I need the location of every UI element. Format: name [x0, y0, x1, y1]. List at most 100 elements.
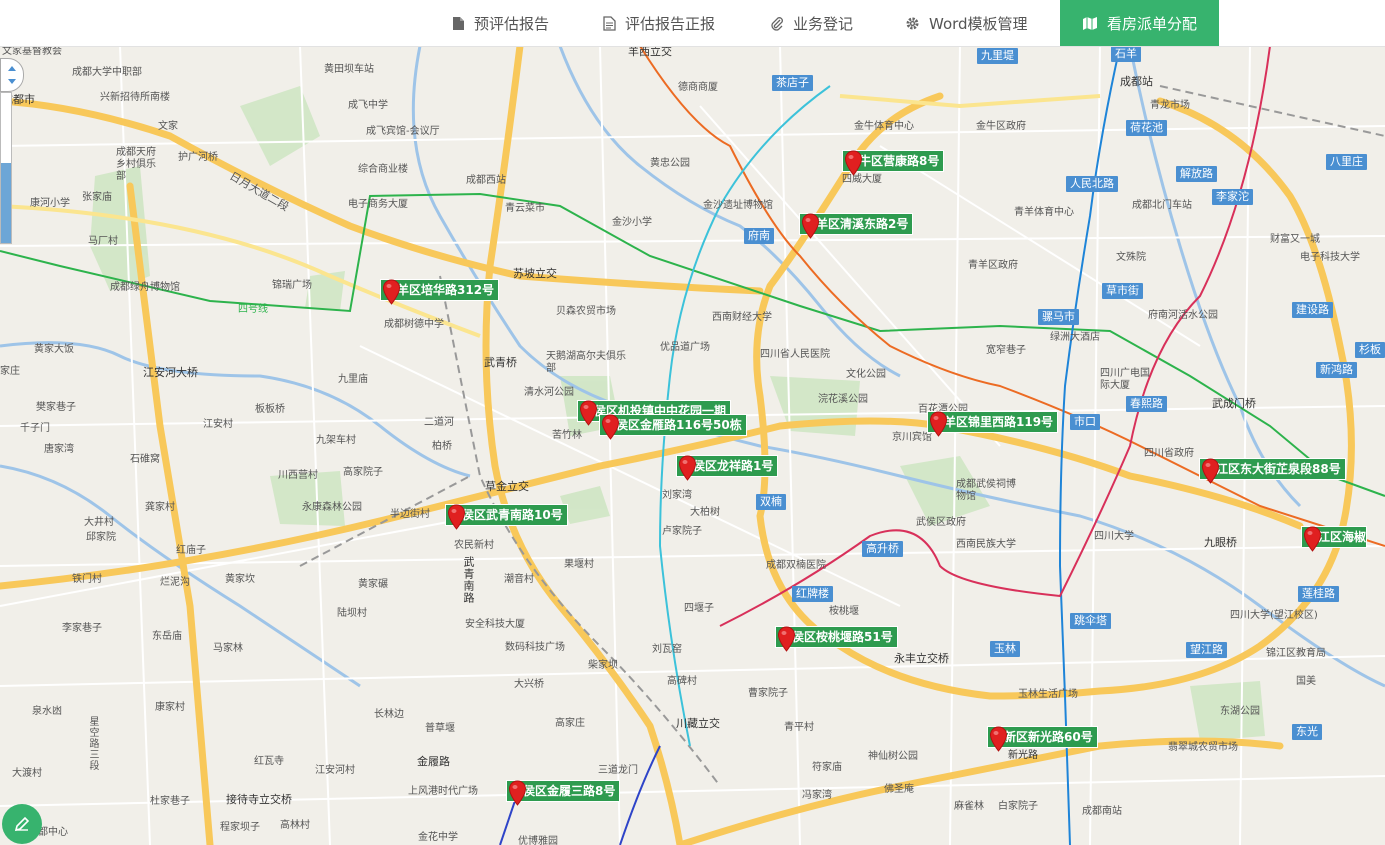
- map-place-label: 府南河活水公园: [1148, 310, 1218, 321]
- map-place-label: 高家院子: [343, 467, 383, 478]
- property-marker[interactable]: 武侯区武青南路10号: [445, 504, 568, 530]
- property-marker[interactable]: 高新区新光路60号: [987, 726, 1098, 752]
- tab-pre-assessment-report[interactable]: 预评估报告: [452, 0, 549, 46]
- tab-formal-report[interactable]: 评估报告正报: [603, 0, 715, 46]
- map-place-label: 成飞中学: [348, 100, 388, 111]
- tab-business-registration[interactable]: 业务登记: [770, 0, 853, 46]
- map-place-label: 成都西站: [466, 175, 506, 186]
- metro-station-label: 杉板: [1355, 342, 1385, 358]
- map-place-label: 青平村: [784, 722, 814, 733]
- metro-station-label: 双楠: [756, 494, 786, 510]
- tab-label: 业务登记: [793, 14, 854, 33]
- map-place-label: 成都双楠医院: [766, 560, 826, 571]
- map-place-label: 高碑村: [667, 676, 697, 687]
- property-marker[interactable]: 青羊区清溪东路2号: [799, 213, 914, 239]
- map-place-label: 西南民族大学: [956, 539, 1016, 550]
- map-place-label: 武青南路: [462, 556, 475, 604]
- map-place-label: 马家林: [213, 643, 243, 654]
- map-place-label: 翡翠城农贸市场: [1168, 742, 1238, 753]
- map-place-label: 三道龙门: [598, 765, 638, 776]
- metro-station-label: 望江路: [1186, 642, 1227, 658]
- map-pin-icon: [1303, 526, 1322, 552]
- map-place-label: 成都天府乡村俱乐部: [116, 147, 156, 182]
- map-place-label: 铁门村: [72, 574, 102, 585]
- map-place-label: 邱家院: [86, 532, 116, 543]
- metro-station-label: 九里堤: [977, 48, 1018, 64]
- metro-station-label: 春熙路: [1126, 396, 1167, 412]
- map-place-label: 九里庙: [338, 374, 368, 385]
- property-marker[interactable]: 青羊区锦里西路119号: [927, 411, 1059, 437]
- map-place-label: 上风港时代广场: [408, 786, 478, 797]
- metro-station-label: 骡马市: [1038, 309, 1079, 325]
- map-place-label: 苦竹林: [552, 430, 582, 441]
- marker-label[interactable]: 锦江区东大街芷泉段88号: [1199, 458, 1346, 480]
- map-place-label: 成都绿舟博物馆: [110, 282, 180, 293]
- map-place-label: 红瓦寺: [254, 756, 284, 767]
- map-place-label: 东岳庙: [152, 631, 182, 642]
- map-place-label: 电子科技大学: [1300, 252, 1360, 263]
- map-pin-icon: [1201, 458, 1220, 484]
- zoom-slider[interactable]: [0, 92, 12, 244]
- map-place-label: 金沙遗址博物馆: [703, 200, 773, 211]
- map-place-label: 文家: [158, 121, 178, 132]
- tab-word-template[interactable]: Word模板管理: [905, 0, 1028, 46]
- map-place-label: 成都站: [1120, 75, 1153, 88]
- map-place-label: 果堰村: [564, 559, 594, 570]
- map-place-label: 高林村: [280, 820, 310, 831]
- map-place-label: 青云菜市: [505, 203, 545, 214]
- map-place-label: 金牛区政府: [976, 121, 1026, 132]
- map-place-label: 黄田坝车站: [324, 64, 374, 75]
- map-place-label: 永丰立交桥: [894, 652, 949, 665]
- property-marker[interactable]: 武侯区桉桃堰路51号: [775, 626, 898, 652]
- property-marker[interactable]: 金牛区营康路8号: [842, 150, 945, 176]
- map-place-label: 刘家湾: [662, 490, 692, 501]
- map-place-label: 成都树德中学: [384, 319, 444, 330]
- map-place-label: 桉桃堰: [829, 606, 859, 617]
- tab-viewing-dispatch[interactable]: 看房派单分配: [1060, 0, 1220, 46]
- tab-label: 看房派单分配: [1107, 14, 1198, 33]
- map-place-label: 符家庙: [812, 762, 842, 773]
- metro-station-label: 人民北路: [1066, 176, 1118, 192]
- map-place-label: 长林边: [374, 709, 404, 720]
- tab-label: 评估报告正报: [625, 14, 716, 33]
- edit-button[interactable]: [2, 804, 42, 844]
- metro-station-label: 草市街: [1102, 283, 1143, 299]
- metro-station-label: 府南: [744, 228, 774, 244]
- metro-station-label: 荷花池: [1126, 120, 1167, 136]
- map-place-label: 武成门桥: [1212, 397, 1256, 410]
- map-pin-icon: [601, 414, 620, 440]
- map-place-label: 四川省政府: [1144, 448, 1194, 459]
- map-place-label: 陆坝村: [337, 608, 367, 619]
- map-place-label: 安全科技大厦: [465, 619, 525, 630]
- pencil-icon: [14, 816, 30, 832]
- metro-station-label: 茶店子: [772, 75, 813, 91]
- property-marker[interactable]: 锦江区东大街芷泉段88号: [1199, 458, 1346, 484]
- map-place-label: 江安河大桥: [143, 366, 198, 379]
- map-place-label: 樊家巷子: [36, 402, 76, 413]
- map-pin-icon: [447, 504, 466, 530]
- property-marker[interactable]: 武侯区金雁路116号50栋: [599, 414, 747, 440]
- map-place-label: 成都大学中职部: [72, 67, 142, 78]
- property-marker[interactable]: 青羊区培华路312号: [380, 279, 500, 305]
- property-marker[interactable]: 武侯区金履三路8号: [506, 780, 621, 806]
- map-place-label: 羊西立交: [628, 46, 672, 58]
- property-marker[interactable]: 武侯区龙祥路1号: [676, 455, 779, 481]
- file-text-icon: [603, 15, 616, 31]
- map-pin-icon: [508, 780, 527, 806]
- metro-station-label: 东光: [1292, 724, 1322, 740]
- map-place-label: 康家村: [155, 702, 185, 713]
- metro-station-label: 跳伞塔: [1070, 613, 1111, 629]
- map-place-label: 草金立交: [485, 480, 529, 493]
- property-marker[interactable]: 锦江区海椒: [1301, 526, 1367, 552]
- map-place-label: 烂泥沟: [160, 577, 190, 588]
- map-place-label: 武侯区政府: [916, 517, 966, 528]
- tab-label: Word模板管理: [929, 14, 1028, 33]
- map-place-label: 大柏树: [690, 507, 720, 518]
- marker-label[interactable]: 武侯区金雁路116号50栋: [599, 414, 747, 436]
- map-place-label: 京川宾馆: [892, 432, 932, 443]
- map-place-label: 柏桥: [432, 441, 452, 452]
- map-place-label: 玉林生活广场: [1018, 689, 1078, 700]
- map-place-label: 九架车村: [316, 435, 356, 446]
- map-canvas[interactable]: 茶店子 府南 人民北路 荷花池 解放路 李家沱 八里庄 草市街 骡马市 建设路 …: [0, 46, 1385, 845]
- map-place-label: 金履路: [417, 755, 450, 768]
